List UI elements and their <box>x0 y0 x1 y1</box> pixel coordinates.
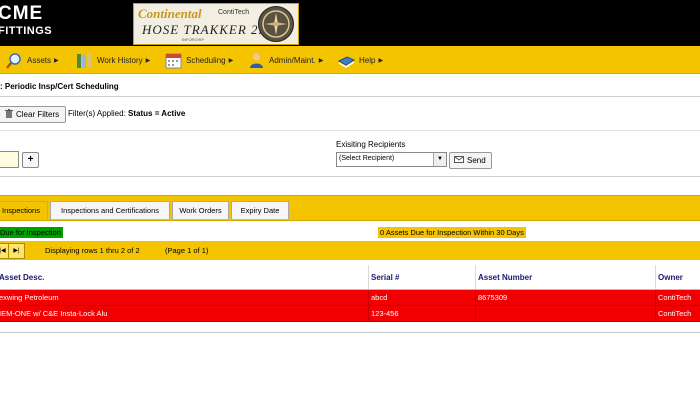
tab-label: Inspections and Certifications <box>61 206 159 215</box>
divider <box>0 130 700 131</box>
product-name: HOSE TRAKKER 2.0 <box>142 22 271 37</box>
clear-filters-button[interactable]: Clear Filters <box>0 106 66 123</box>
header-asset-number[interactable]: Asset Number <box>476 265 656 289</box>
nav-label: Assets <box>27 55 52 65</box>
user-icon <box>248 52 265 69</box>
table-row[interactable]: IEM-ONE w/ C&E Insta-Lock Alu 123-456 Co… <box>0 306 700 322</box>
filter-value: Status = Active <box>128 109 186 118</box>
caret-right-icon: ▶ <box>145 57 151 64</box>
divider <box>0 96 700 97</box>
nav-label: Scheduling <box>186 55 226 65</box>
tab-strip: Inspections Inspections and Certificatio… <box>0 195 700 221</box>
cell-asset-number <box>476 306 656 321</box>
brand-banner: Continental ContiTech HOSE TRAKKER 2.0 I… <box>133 3 299 45</box>
tab-expiry-date[interactable]: Expiry Date <box>231 201 289 219</box>
nav-label: Admin/Maint. <box>269 55 316 65</box>
due-for-inspection-badge: Due for Inspection <box>0 227 63 238</box>
filters-label: Filter(s) Applied: <box>68 109 126 118</box>
tab-label: Expiry Date <box>240 206 280 215</box>
tab-work-orders[interactable]: Work Orders <box>172 201 229 219</box>
header-serial[interactable]: Serial # <box>369 265 476 289</box>
tab-inspections[interactable]: Inspections <box>0 201 48 219</box>
nav-assets[interactable]: Assets ▶ <box>6 50 59 70</box>
recipient-select[interactable]: (Select Recipient) ▼ <box>336 152 447 167</box>
books-icon <box>76 52 93 69</box>
cell-serial: abcd <box>369 290 476 305</box>
app-header: CME FITTINGS Continental ContiTech HOSE … <box>0 0 700 46</box>
pager: |◀ ▶| Displaying rows 1 thru 2 of 2 (Pag… <box>0 241 700 260</box>
logo-text: CME <box>0 3 44 24</box>
divider <box>0 332 700 333</box>
brand-sub: ContiTech <box>218 9 250 16</box>
table-header: Asset Desc. Serial # Asset Number Owner <box>0 265 700 290</box>
calendar-icon <box>165 52 182 69</box>
magnifier-icon <box>6 52 23 69</box>
add-recipient-button[interactable]: + <box>22 152 39 168</box>
nav-admin[interactable]: Admin/Maint. ▶ <box>248 50 323 70</box>
cell-serial: 123-456 <box>369 306 476 321</box>
filters-applied: Filter(s) Applied: Status = Active <box>68 109 185 118</box>
header-asset-desc[interactable]: Asset Desc. <box>0 265 369 289</box>
cell-asset-desc: IEM-ONE w/ C&E Insta-Lock Alu <box>0 306 369 321</box>
table-row[interactable]: exwing Petroleum abcd 8675309 ContiTech <box>0 290 700 306</box>
send-button[interactable]: Send <box>449 152 492 169</box>
chevron-down-icon[interactable]: ▼ <box>433 153 446 166</box>
caret-right-icon: ▶ <box>378 57 384 64</box>
caret-right-icon: ▶ <box>318 57 324 64</box>
pager-display: Displaying rows 1 thru 2 of 2 <box>45 246 140 255</box>
recipients-label: Exisiting Recipients <box>336 140 406 149</box>
envelope-icon <box>454 156 464 165</box>
header-owner[interactable]: Owner <box>656 265 700 289</box>
send-label: Send <box>467 156 486 165</box>
recipient-select-value: (Select Recipient) <box>339 155 395 162</box>
powered-by: INFORCHIP <box>182 37 204 42</box>
last-page-button[interactable]: ▶| <box>8 243 25 259</box>
due-within-30-badge: 0 Assets Due for Inspection Within 30 Da… <box>378 227 526 238</box>
nav-help[interactable]: Help ▶ <box>337 50 384 70</box>
clear-filters-label: Clear Filters <box>16 110 60 119</box>
caret-right-icon: ▶ <box>228 57 234 64</box>
nav-label: Work History <box>97 55 143 65</box>
nav-work-history[interactable]: Work History ▶ <box>76 50 150 70</box>
recipient-input[interactable] <box>0 151 19 168</box>
caret-right-icon: ▶ <box>54 57 59 64</box>
cell-owner: ContiTech <box>658 309 692 318</box>
cell-owner: ContiTech <box>658 293 692 302</box>
nav-label: Help <box>359 55 376 65</box>
cell-asset-number: 8675309 <box>476 290 656 305</box>
main-nav: Assets ▶ Work History ▶ Scheduling ▶ Admin/… <box>0 46 700 74</box>
brand-name: Continental <box>138 6 202 21</box>
book-icon <box>337 52 356 69</box>
tab-label: Inspections <box>2 206 40 215</box>
pager-page: (Page 1 of 1) <box>165 246 209 255</box>
tab-label: Work Orders <box>179 206 222 215</box>
logo-subtext: FITTINGS <box>0 25 53 37</box>
cell-asset-desc: exwing Petroleum <box>0 290 369 305</box>
nav-scheduling[interactable]: Scheduling ▶ <box>165 50 233 70</box>
due-summary: Due for Inspection 0 Assets Due for Insp… <box>0 227 700 238</box>
seal-icon <box>258 6 294 42</box>
trash-icon <box>5 109 13 120</box>
divider <box>0 176 700 177</box>
tab-inspections-certifications[interactable]: Inspections and Certifications <box>50 201 170 219</box>
page-title: : Periodic Insp/Cert Scheduling <box>0 82 119 91</box>
